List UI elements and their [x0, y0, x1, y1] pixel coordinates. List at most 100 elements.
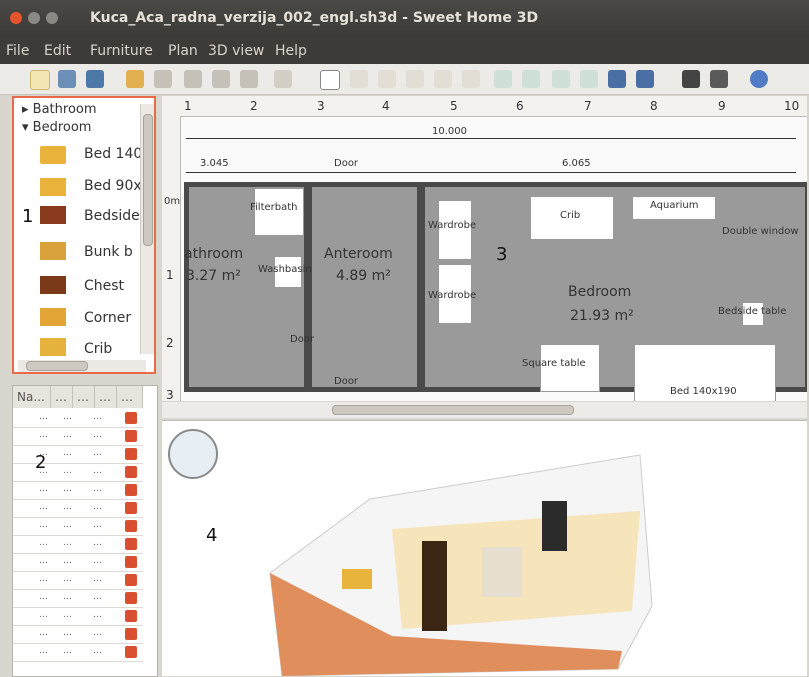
add-text-icon[interactable] — [462, 70, 480, 88]
undo-icon[interactable] — [126, 70, 144, 88]
create-dimensions-icon[interactable] — [434, 70, 452, 88]
column-header[interactable]: … — [117, 386, 143, 408]
aquarium-label: Aquarium — [650, 200, 699, 211]
visible-checkbox[interactable] — [125, 430, 137, 442]
copy-icon[interactable] — [212, 70, 230, 88]
catalog-vertical-scrollbar[interactable] — [140, 104, 154, 354]
add-furniture-icon[interactable] — [274, 70, 292, 88]
zoom-out-icon[interactable] — [636, 70, 654, 88]
ruler-tick: 3 — [317, 99, 325, 113]
bedside-icon — [40, 206, 66, 224]
column-header[interactable]: … — [73, 386, 95, 408]
room-name-anteroom: Anteroom — [324, 246, 393, 262]
visible-checkbox[interactable] — [125, 448, 137, 460]
visible-checkbox[interactable] — [125, 466, 137, 478]
menu-help[interactable]: Help — [275, 43, 307, 59]
column-header[interactable]: … — [51, 386, 73, 408]
ruler-tick: 3 — [166, 388, 174, 401]
redo-icon[interactable] — [154, 70, 172, 88]
save-icon[interactable] — [86, 70, 104, 88]
new-home-icon[interactable] — [30, 70, 50, 90]
help-icon[interactable] — [750, 70, 768, 88]
table-row[interactable]: ……… — [13, 572, 143, 590]
maximize-window-button[interactable] — [46, 12, 58, 24]
room-area-bathroom: 3.27 m² — [186, 268, 241, 284]
create-video-icon[interactable] — [710, 70, 728, 88]
menu-plan[interactable]: Plan — [168, 43, 198, 59]
table-row[interactable]: ……… — [13, 428, 143, 446]
furniture-list: Na... … … … … ……… ……… ……… ……… ……… ……… ……… — [12, 385, 158, 677]
plan-view[interactable]: 1 2 3 4 5 6 7 8 9 10 0m 1 2 3 10.000 3.0… — [162, 96, 807, 401]
open-icon[interactable] — [58, 70, 76, 88]
table-row[interactable]: ……… — [13, 410, 143, 428]
table-row[interactable]: ……… — [13, 518, 143, 536]
visible-checkbox[interactable] — [125, 520, 137, 532]
category-label: Bedroom — [32, 120, 92, 135]
visible-checkbox[interactable] — [125, 646, 137, 658]
visible-checkbox[interactable] — [125, 610, 137, 622]
room-area-anteroom: 4.89 m² — [336, 268, 391, 284]
visible-checkbox[interactable] — [125, 412, 137, 424]
catalog-category-bathroom[interactable]: ▸ Bathroom — [22, 102, 97, 117]
scrollbar-thumb[interactable] — [26, 361, 88, 371]
dimension-right-label: 6.065 — [562, 158, 591, 169]
create-photo-icon[interactable] — [682, 70, 700, 88]
pan-mode-icon[interactable] — [350, 70, 368, 88]
visible-checkbox[interactable] — [125, 628, 137, 640]
visible-checkbox[interactable] — [125, 592, 137, 604]
column-header[interactable]: … — [95, 386, 117, 408]
cut-icon[interactable] — [184, 70, 202, 88]
close-window-button[interactable] — [10, 12, 22, 24]
table-row[interactable]: ……… — [13, 590, 143, 608]
scrollbar-thumb[interactable] — [143, 114, 153, 246]
visible-checkbox[interactable] — [125, 556, 137, 568]
table-row[interactable]: ……… — [13, 626, 143, 644]
room-anteroom[interactable] — [307, 182, 422, 392]
dimension-door-label: Door — [334, 158, 359, 169]
wardrobe-label-1: Wardrobe — [428, 220, 477, 231]
column-name-header[interactable]: Na... — [13, 386, 51, 408]
bold-text-icon[interactable] — [580, 70, 598, 88]
table-row[interactable]: ……… — [13, 644, 143, 662]
select-mode-icon[interactable] — [320, 70, 340, 90]
menu-file[interactable]: File — [6, 43, 29, 59]
visible-checkbox[interactable] — [125, 502, 137, 514]
wardrobe-label-2: Wardrobe — [428, 290, 477, 301]
plan-horizontal-scrollbar[interactable] — [162, 402, 807, 418]
horizontal-ruler: 1 2 3 4 5 6 7 8 9 10 — [162, 96, 807, 117]
3d-view[interactable]: 4 — [162, 420, 807, 676]
filterbath-label: Filterbath — [250, 202, 298, 213]
bed-90-icon — [40, 178, 66, 196]
table-row[interactable]: ……… — [13, 536, 143, 554]
table-row[interactable]: ……… — [13, 554, 143, 572]
create-rooms-icon[interactable] — [406, 70, 424, 88]
dimension-line-total — [186, 138, 796, 139]
furniture-catalog: ▸ Bathroom ▾ Bedroom Bed 140 Bed 90x Bed… — [12, 96, 156, 374]
visible-checkbox[interactable] — [125, 538, 137, 550]
minimize-window-button[interactable] — [28, 12, 40, 24]
catalog-horizontal-scrollbar[interactable] — [18, 360, 146, 372]
visible-checkbox[interactable] — [125, 484, 137, 496]
zoom-in-icon[interactable] — [608, 70, 626, 88]
menu-edit[interactable]: Edit — [44, 43, 71, 59]
scrollbar-thumb[interactable] — [332, 405, 574, 415]
table-row[interactable]: ……… — [13, 482, 143, 500]
decrease-text-icon[interactable] — [552, 70, 570, 88]
table-row[interactable]: ……… — [13, 608, 143, 626]
modify-text-icon[interactable] — [494, 70, 512, 88]
table-row[interactable]: ……… — [13, 500, 143, 518]
menu-furniture[interactable]: Furniture — [90, 43, 153, 59]
ruler-tick: 4 — [382, 99, 390, 113]
catalog-category-bedroom[interactable]: ▾ Bedroom — [22, 120, 91, 135]
menu-3dview[interactable]: 3D view — [208, 43, 264, 59]
washbasin-label: Washbasin — [258, 264, 312, 275]
create-walls-icon[interactable] — [378, 70, 396, 88]
ruler-tick: 6 — [516, 99, 524, 113]
table-row[interactable]: ……… — [13, 446, 143, 464]
table-row[interactable]: ……… — [13, 464, 143, 482]
vertical-ruler: 0m 1 2 3 — [162, 116, 181, 401]
visible-checkbox[interactable] — [125, 574, 137, 586]
increase-text-icon[interactable] — [522, 70, 540, 88]
dimension-line-rooms — [186, 172, 796, 173]
paste-icon[interactable] — [240, 70, 258, 88]
